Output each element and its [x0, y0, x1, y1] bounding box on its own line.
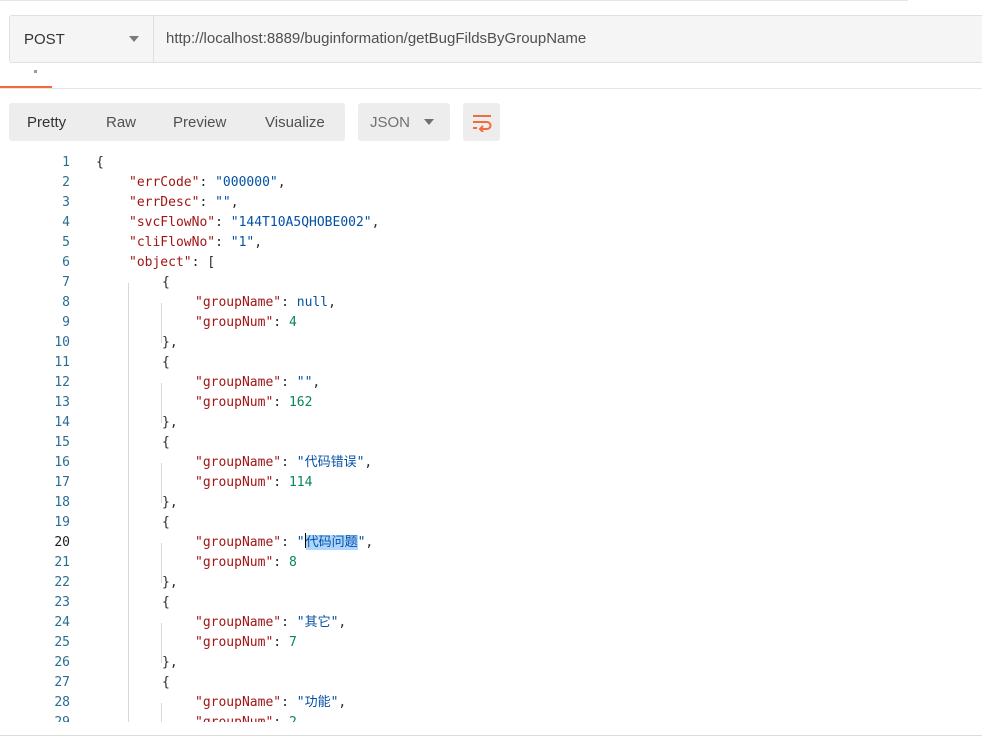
response-body[interactable]: 1 {2 "errCode": "000000", 3 "errDesc": "", 4 "… [0, 153, 982, 722]
code-line: { [96, 155, 104, 170]
code-line: { [162, 515, 170, 530]
line-number: 18 [54, 495, 70, 510]
code-line: { [162, 675, 170, 690]
request-bar: POST http://localhost:8889/buginformatio… [9, 15, 982, 63]
line-number: 10 [54, 335, 70, 350]
tab-preview[interactable]: Preview [173, 114, 226, 131]
url-input[interactable]: http://localhost:8889/buginformation/get… [166, 16, 586, 62]
code-line: "svcFlowNo": "144T10A5QHOBE002", [129, 215, 380, 230]
line-number: 12 [54, 375, 70, 390]
line-number: 24 [54, 615, 70, 630]
line-number: 4 [62, 215, 70, 230]
line-number: 27 [54, 675, 70, 690]
tab-visualize[interactable]: Visualize [265, 114, 325, 131]
indent-guide [128, 283, 129, 722]
code-line: { [162, 275, 170, 290]
code-line: "errCode": "000000", [129, 175, 286, 190]
code-line: "errDesc": "", [129, 195, 239, 210]
line-number: 25 [54, 635, 70, 650]
line-number: 23 [54, 595, 70, 610]
line-number: 15 [54, 435, 70, 450]
code-line: "groupNum": 114 [195, 475, 313, 490]
line-number: 8 [62, 295, 70, 310]
line-number: 28 [54, 695, 70, 710]
line-number: 19 [54, 515, 70, 530]
code-line: "groupNum": 2 [195, 713, 297, 722]
line-number: 1 [62, 155, 70, 170]
line-number: 11 [54, 355, 70, 370]
code-line: "object": [ [129, 255, 216, 270]
format-label: JSON [370, 113, 411, 131]
method-label: POST [24, 30, 65, 48]
code-line: "groupName": "代码错误", [195, 455, 373, 470]
line-number: 3 [62, 195, 70, 210]
line-number: 16 [54, 455, 70, 470]
tab-raw[interactable]: Raw [106, 114, 136, 131]
code-line: "cliFlowNo": "1", [129, 235, 263, 250]
line-number: 26 [54, 655, 70, 670]
code-line: "groupNum": 162 [195, 395, 313, 410]
code-line: { [162, 355, 170, 370]
line-number: 7 [62, 275, 70, 290]
line-number: 6 [62, 255, 70, 270]
line-number: 2 [62, 175, 70, 190]
code-line: { [162, 595, 170, 610]
line-number: 13 [54, 395, 70, 410]
code-line: "groupName": "", [195, 375, 321, 390]
method-select[interactable]: POST [10, 16, 154, 62]
code-line: "groupName": null, [195, 295, 336, 310]
code-line: { [162, 435, 170, 450]
code-line: "groupName": "功能", [195, 695, 347, 710]
line-number: 21 [54, 555, 70, 570]
bottom-divider [0, 735, 982, 736]
tab-divider [0, 88, 982, 89]
code-line: "groupName": "其它", [195, 615, 347, 630]
code-line: "groupName": "代码问题", [195, 533, 374, 550]
line-number: 22 [54, 575, 70, 590]
top-divider [0, 0, 908, 1]
tab-marker [34, 70, 37, 73]
line-number: 17 [54, 475, 70, 490]
wrap-lines-icon [472, 115, 491, 132]
code-line: }, [162, 335, 178, 350]
line-number: 29 [40, 713, 70, 722]
code-line: }, [162, 495, 178, 510]
code-line: }, [162, 655, 178, 670]
line-number: 20 [54, 535, 70, 550]
code-line: "groupNum": 4 [195, 315, 297, 330]
line-number: 14 [54, 415, 70, 430]
chevron-down-icon [129, 36, 139, 42]
format-select[interactable]: JSON [358, 103, 450, 141]
indent-guide [161, 703, 162, 722]
tab-pretty[interactable]: Pretty [27, 114, 66, 131]
code-line: "groupNum": 7 [195, 635, 297, 650]
code-line: }, [162, 575, 178, 590]
line-number: 5 [62, 235, 70, 250]
code-line: }, [162, 415, 178, 430]
view-mode-tabs: Pretty Raw Preview Visualize [9, 103, 345, 141]
line-number: 9 [62, 315, 70, 330]
wrap-lines-button[interactable] [463, 103, 500, 141]
code-line: "groupNum": 8 [195, 555, 297, 570]
chevron-down-icon [424, 119, 434, 125]
